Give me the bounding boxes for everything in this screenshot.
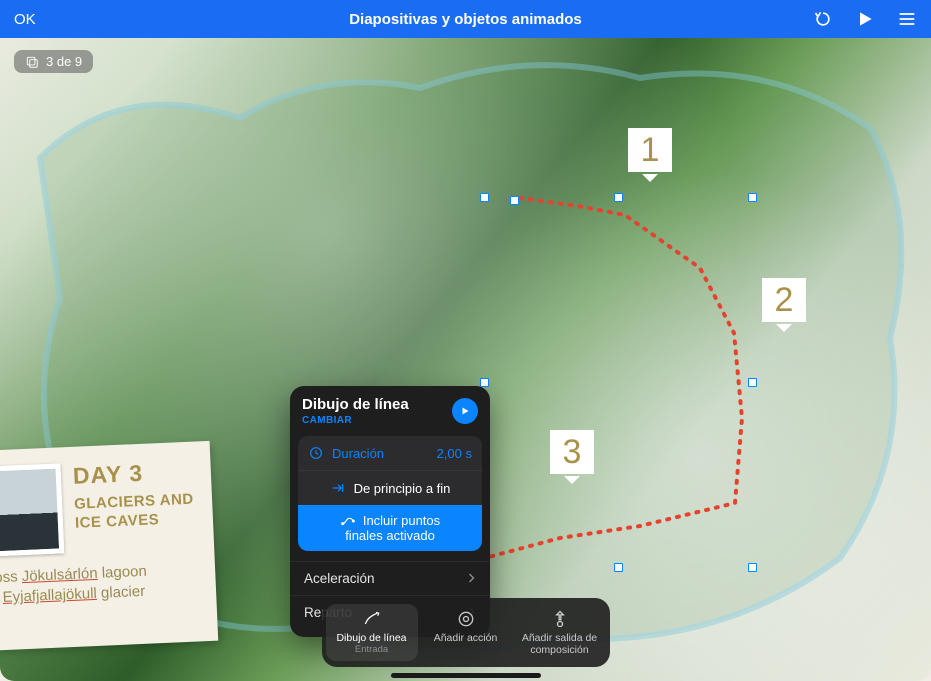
build-in-label: Dibujo de línea (336, 632, 406, 644)
build-out-label-1: Añadir salida de (522, 632, 597, 644)
build-out-label-2: composición (530, 644, 588, 656)
add-action-label: Añadir acción (434, 632, 498, 644)
day-card[interactable]: DAY 3 GLACIERS AND ICE CAVES ross Jökuls… (0, 441, 218, 651)
popover-title: Dibujo de línea (302, 396, 409, 413)
marker-label: 2 (775, 281, 794, 320)
list-icon[interactable] (897, 9, 917, 29)
action-icon (455, 609, 477, 629)
chevron-right-icon (467, 572, 476, 584)
duration-value: 2,00 s (437, 446, 472, 461)
duration-label: Duración (332, 446, 384, 461)
marker-label: 1 (641, 131, 660, 170)
map-marker-1[interactable]: 1 (628, 128, 672, 172)
map-marker-2[interactable]: 2 (762, 278, 806, 322)
marker-label: 3 (563, 433, 582, 472)
day-card-title: DAY 3 (72, 457, 197, 489)
page-title: Diapositivas y objetos animados (0, 11, 931, 28)
build-in-button[interactable]: Dibujo de línea Entrada (326, 604, 418, 661)
duration-row[interactable]: Duración 2,00 s (298, 436, 482, 470)
home-indicator (391, 673, 541, 678)
day-card-photo (0, 463, 64, 556)
endpoints-toggle[interactable]: Incluir puntos finales activado (298, 505, 482, 551)
day-card-subtitle: GLACIERS AND ICE CAVES (74, 490, 200, 533)
animation-actionbar: Dibujo de línea Entrada Añadir acción Añ… (322, 598, 610, 667)
path-icon (340, 513, 356, 529)
change-button[interactable]: CAMBIAR (302, 415, 409, 426)
preview-play-button[interactable] (452, 398, 478, 424)
acceleration-label: Aceleración (304, 571, 375, 586)
build-in-sublabel: Entrada (355, 645, 388, 656)
add-build-out-button[interactable]: Añadir salida de composición (514, 604, 606, 661)
add-action-button[interactable]: Añadir acción (420, 604, 512, 661)
build-out-icon (549, 609, 571, 629)
play-icon[interactable] (855, 9, 875, 29)
map-marker-3[interactable]: 3 (550, 430, 594, 474)
day-card-body: ross Jökulsárlón lagoon n Eyjafjallajöku… (0, 559, 202, 609)
slide-counter[interactable]: 3 de 9 (14, 50, 93, 73)
slide-canvas[interactable]: 3 de 9 1 2 3 DAY 3 GLACIERS AND ICE CAVE… (0, 38, 931, 681)
topbar: OK Diapositivas y objetos animados (0, 0, 931, 38)
direction-label: De principio a fin (354, 481, 451, 496)
play-icon (459, 405, 471, 417)
clock-icon (308, 445, 324, 461)
direction-row[interactable]: De principio a fin (298, 470, 482, 505)
direction-icon (330, 480, 346, 496)
line-draw-icon (361, 609, 383, 629)
endpoints-label-2: finales activado (345, 529, 435, 544)
slide-counter-text: 3 de 9 (46, 54, 82, 69)
slides-icon (25, 55, 39, 69)
endpoints-label-1: Incluir puntos (363, 514, 440, 529)
acceleration-row[interactable]: Aceleración (290, 561, 490, 595)
ok-button[interactable]: OK (14, 11, 36, 28)
undo-icon[interactable] (813, 9, 833, 29)
